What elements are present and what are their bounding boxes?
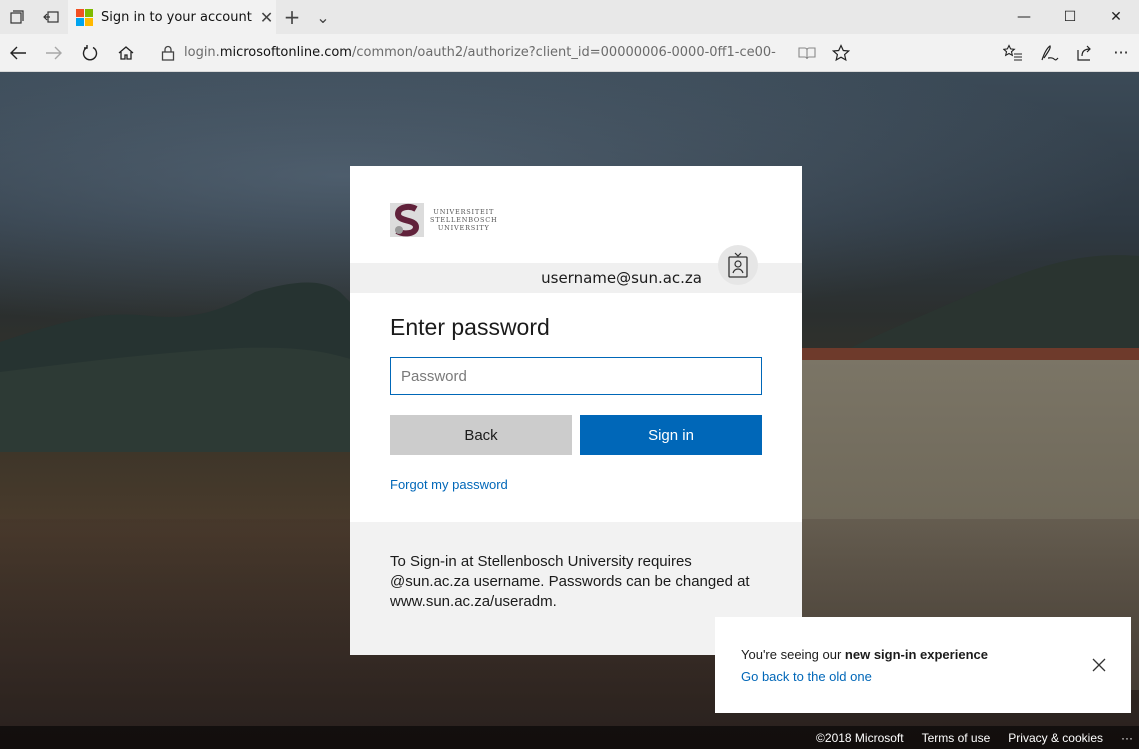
sign-in-info-text: To Sign-in at Stellenbosch University re… — [390, 553, 750, 610]
forgot-password-link[interactable]: Forgot my password — [390, 477, 508, 492]
lock-icon — [152, 45, 184, 61]
back-arrow-icon[interactable] — [0, 35, 36, 71]
more-options-button[interactable]: ··· — [1103, 35, 1139, 71]
back-button[interactable]: Back — [390, 415, 572, 455]
url-prefix: login. — [184, 45, 220, 60]
logo-line-2: STELLENBOSCH — [430, 216, 498, 224]
terms-of-use-link[interactable]: Terms of use — [922, 731, 991, 745]
tab-title: Sign in to your account — [101, 9, 252, 25]
university-name: UNIVERSITEIT STELLENBOSCH UNIVERSITY — [430, 208, 498, 232]
logo-line-3: UNIVERSITY — [437, 224, 490, 232]
address-bar[interactable]: login.microsoftonline.com/common/oauth2/… — [152, 37, 858, 68]
identity-banner[interactable]: username@sun.ac.za — [350, 245, 802, 293]
tab-close-icon[interactable]: ✕ — [260, 8, 273, 27]
old-experience-link[interactable]: Go back to the old one — [741, 669, 872, 684]
id-badge-icon — [718, 245, 758, 285]
close-icon[interactable] — [1089, 655, 1109, 675]
button-row: Back Sign in — [390, 415, 762, 455]
university-logo: UNIVERSITEIT STELLENBOSCH UNIVERSITY — [390, 200, 762, 240]
favorites-hub-icon[interactable] — [995, 35, 1031, 71]
url-text[interactable]: login.microsoftonline.com/common/oauth2/… — [184, 45, 790, 60]
home-icon[interactable] — [108, 35, 144, 71]
window-close-button[interactable]: ✕ — [1093, 0, 1139, 34]
password-input[interactable] — [390, 357, 762, 395]
tab-menu-chevron-icon[interactable]: ⌄ — [308, 8, 338, 27]
privacy-cookies-link[interactable]: Privacy & cookies — [1008, 731, 1103, 745]
notification-bold: new sign-in experience — [844, 647, 988, 662]
toolbar-right: ··· — [995, 35, 1139, 71]
university-crest-icon — [390, 203, 424, 237]
active-tab[interactable]: Sign in to your account ✕ — [68, 0, 276, 34]
notification-text: You're seeing our new sign-in experience — [741, 647, 1107, 662]
page-footer: ©2018 Microsoft Terms of use Privacy & c… — [0, 726, 1139, 749]
maximize-button[interactable]: ☐ — [1047, 0, 1093, 34]
minimize-button[interactable]: — — [1001, 0, 1047, 34]
refresh-icon[interactable] — [72, 35, 108, 71]
share-icon[interactable] — [1067, 35, 1103, 71]
forward-arrow-icon[interactable] — [36, 35, 72, 71]
favorite-star-icon[interactable] — [824, 43, 858, 62]
url-path: /common/oauth2/authorize?client_id=00000… — [351, 45, 776, 60]
browser-nav-bar: login.microsoftonline.com/common/oauth2/… — [0, 34, 1139, 72]
new-tab-button[interactable]: + — [276, 5, 308, 29]
url-domain: microsoftonline.com — [219, 45, 352, 60]
copyright-text: ©2018 Microsoft — [816, 730, 904, 745]
sign-in-button[interactable]: Sign in — [580, 415, 762, 455]
footer-more-button[interactable]: ··· — [1121, 731, 1133, 745]
new-experience-notification: You're seeing our new sign-in experience… — [715, 617, 1131, 713]
window-controls: — ☐ ✕ — [1001, 0, 1139, 34]
browser-tab-bar: Sign in to your account ✕ + ⌄ — ☐ ✕ — [0, 0, 1139, 34]
microsoft-logo-icon — [76, 8, 93, 26]
tab-preview-icon[interactable] — [0, 0, 34, 34]
page-title: Enter password — [390, 314, 550, 340]
identity-username: username@sun.ac.za — [541, 269, 702, 287]
notification-prefix: You're seeing our — [741, 647, 845, 662]
web-note-pen-icon[interactable] — [1031, 35, 1067, 71]
set-tabs-aside-icon[interactable] — [34, 0, 68, 34]
login-card: UNIVERSITEIT STELLENBOSCH UNIVERSITY use… — [350, 166, 802, 655]
reading-view-icon[interactable] — [790, 46, 824, 60]
logo-line-1: UNIVERSITEIT — [433, 208, 495, 216]
